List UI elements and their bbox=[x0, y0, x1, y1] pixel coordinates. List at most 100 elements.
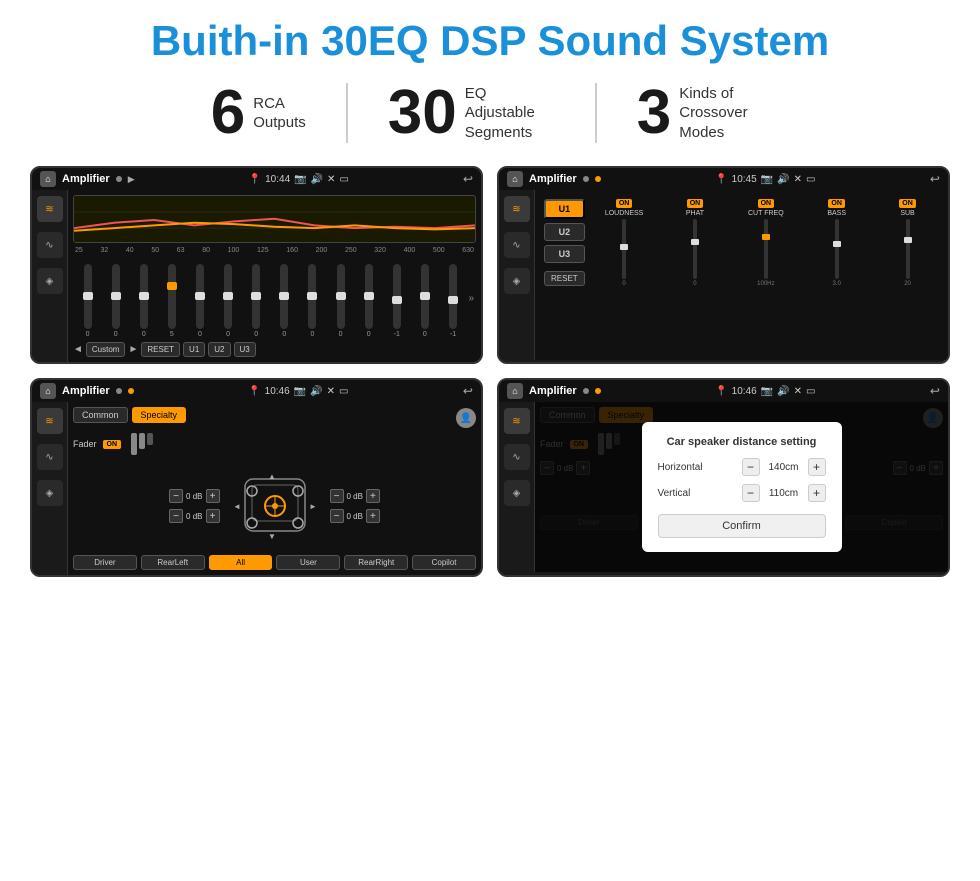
eq-graph bbox=[73, 195, 476, 243]
sidebar-eq-btn[interactable]: ≋ bbox=[37, 196, 63, 222]
slider-col-2[interactable]: 0 bbox=[131, 264, 156, 338]
db-plus-fl[interactable]: + bbox=[206, 489, 220, 503]
status-dot-4b bbox=[595, 388, 601, 394]
db-value-fl: 0 dB bbox=[186, 492, 202, 501]
slider-col-11[interactable]: -1 bbox=[384, 264, 409, 338]
sidebar-wave-btn-2[interactable]: ∿ bbox=[504, 232, 530, 258]
u3-preset[interactable]: U3 bbox=[544, 245, 585, 263]
copilot-btn-3[interactable]: Copilot bbox=[412, 555, 476, 570]
sidebar-speaker-btn[interactable]: ◈ bbox=[37, 268, 63, 294]
profile-icon-3[interactable]: 👤 bbox=[456, 408, 476, 428]
db-minus-fr[interactable]: − bbox=[330, 489, 344, 503]
home-icon-3[interactable]: ⌂ bbox=[40, 383, 56, 399]
db-plus-fr[interactable]: + bbox=[366, 489, 380, 503]
home-icon-1[interactable]: ⌂ bbox=[40, 171, 56, 187]
back-icon-4[interactable]: ↩ bbox=[930, 384, 940, 398]
user-btn-3[interactable]: User bbox=[276, 555, 340, 570]
statusbar-2: ⌂ Amplifier 📍 10:45 📷 🔊 ✕ ▭ ↩ bbox=[499, 168, 948, 190]
svg-text:▲: ▲ bbox=[268, 472, 276, 481]
sub-on[interactable]: ON bbox=[899, 199, 916, 208]
confirm-button[interactable]: Confirm bbox=[658, 514, 826, 538]
sidebar-wave-btn-3[interactable]: ∿ bbox=[37, 444, 63, 470]
horizontal-minus[interactable]: − bbox=[742, 458, 760, 476]
u2-btn-1[interactable]: U2 bbox=[208, 342, 230, 357]
horizontal-row: Horizontal − 140cm + bbox=[658, 458, 826, 476]
sidebar-eq-btn-2[interactable]: ≋ bbox=[504, 196, 530, 222]
back-icon-3[interactable]: ↩ bbox=[463, 384, 473, 398]
amp-presets: U1 U2 U3 RESET bbox=[540, 195, 589, 355]
sidebar-speaker-btn-2[interactable]: ◈ bbox=[504, 268, 530, 294]
bass-val: 3.0 bbox=[833, 281, 841, 287]
back-icon-1[interactable]: ↩ bbox=[463, 172, 473, 186]
slider-col-1[interactable]: 0 bbox=[103, 264, 128, 338]
app-title-4: Amplifier bbox=[529, 385, 577, 397]
db-plus-rl[interactable]: + bbox=[206, 509, 220, 523]
bass-col: ON BASS 3.0 bbox=[803, 199, 870, 351]
db-minus-rl[interactable]: − bbox=[169, 509, 183, 523]
close-icon-4: ✕ bbox=[794, 386, 802, 397]
db-value-fr: 0 dB bbox=[347, 492, 363, 501]
reset-btn-2[interactable]: RESET bbox=[544, 271, 585, 286]
slider-col-8[interactable]: 0 bbox=[300, 264, 325, 338]
rearleft-btn-3[interactable]: RearLeft bbox=[141, 555, 205, 570]
common-tab-3[interactable]: Common bbox=[73, 407, 128, 423]
stat-label-rca: RCAOutputs bbox=[253, 94, 306, 133]
driver-btn-3[interactable]: Driver bbox=[73, 555, 137, 570]
next-btn[interactable]: ► bbox=[128, 344, 138, 355]
slider-col-6[interactable]: 0 bbox=[244, 264, 269, 338]
screen-eq: ⌂ Amplifier ▶ 📍 10:44 📷 🔊 ✕ ▭ ↩ bbox=[30, 166, 483, 364]
custom-btn[interactable]: Custom bbox=[86, 342, 126, 357]
u1-btn-1[interactable]: U1 bbox=[183, 342, 205, 357]
app-title-3: Amplifier bbox=[62, 385, 110, 397]
vertical-minus[interactable]: − bbox=[742, 484, 760, 502]
sidebar-wave-btn-4[interactable]: ∿ bbox=[504, 444, 530, 470]
dialog-title: Car speaker distance setting bbox=[658, 436, 826, 448]
location-icon-1: 📍 bbox=[249, 174, 261, 185]
db-minus-fl[interactable]: − bbox=[169, 489, 183, 503]
prev-btn[interactable]: ◄ bbox=[73, 344, 83, 355]
cam-icon-2: 📷 bbox=[761, 174, 773, 185]
u1-preset[interactable]: U1 bbox=[544, 199, 585, 219]
sidebar-wave-btn[interactable]: ∿ bbox=[37, 232, 63, 258]
rearright-btn-3[interactable]: RearRight bbox=[344, 555, 408, 570]
loudness-on[interactable]: ON bbox=[616, 199, 633, 208]
u3-btn-1[interactable]: U3 bbox=[234, 342, 256, 357]
slider-col-10[interactable]: 0 bbox=[356, 264, 381, 338]
specialty-tab-3[interactable]: Specialty bbox=[132, 407, 187, 423]
reset-btn-1[interactable]: RESET bbox=[141, 342, 180, 357]
sidebar-speaker-btn-3[interactable]: ◈ bbox=[37, 480, 63, 506]
slider-col-9[interactable]: 0 bbox=[328, 264, 353, 338]
stat-eq: 30 EQ AdjustableSegments bbox=[348, 82, 595, 144]
slider-col-13[interactable]: -1 bbox=[440, 264, 465, 338]
back-icon-2[interactable]: ↩ bbox=[930, 172, 940, 186]
phat-on[interactable]: ON bbox=[687, 199, 704, 208]
db-minus-rr[interactable]: − bbox=[330, 509, 344, 523]
stats-row: 6 RCAOutputs 30 EQ AdjustableSegments 3 … bbox=[30, 82, 950, 144]
status-dot-2 bbox=[583, 176, 589, 182]
db-plus-rr[interactable]: + bbox=[366, 509, 380, 523]
sub-slider bbox=[894, 219, 922, 279]
slider-col-7[interactable]: 0 bbox=[272, 264, 297, 338]
statusbar-4: ⌂ Amplifier 📍 10:46 📷 🔊 ✕ ▭ ↩ bbox=[499, 380, 948, 402]
fader-on-badge-3[interactable]: ON bbox=[103, 440, 122, 449]
sidebar-eq-btn-4[interactable]: ≋ bbox=[504, 408, 530, 434]
slider-col-3[interactable]: 5 bbox=[159, 264, 184, 338]
sidebar-eq-btn-3[interactable]: ≋ bbox=[37, 408, 63, 434]
more-icon[interactable]: » bbox=[469, 293, 475, 304]
sidebar-speaker-btn-4[interactable]: ◈ bbox=[504, 480, 530, 506]
car-screen-2: ⌂ Amplifier 📍 10:45 📷 🔊 ✕ ▭ ↩ bbox=[499, 168, 948, 360]
home-icon-2[interactable]: ⌂ bbox=[507, 171, 523, 187]
cutfreq-on[interactable]: ON bbox=[758, 199, 775, 208]
cutfreq-label: CUT FREQ bbox=[748, 210, 784, 217]
bass-on[interactable]: ON bbox=[828, 199, 845, 208]
u2-preset[interactable]: U2 bbox=[544, 223, 585, 241]
all-btn-3[interactable]: All bbox=[209, 555, 273, 570]
vertical-plus[interactable]: + bbox=[808, 484, 826, 502]
screen-body-4: ≋ ∿ ◈ Common Specialty 👤 bbox=[499, 402, 948, 572]
slider-col-0[interactable]: 0 bbox=[75, 264, 100, 338]
slider-col-4[interactable]: 0 bbox=[187, 264, 212, 338]
horizontal-plus[interactable]: + bbox=[808, 458, 826, 476]
home-icon-4[interactable]: ⌂ bbox=[507, 383, 523, 399]
slider-col-12[interactable]: 0 bbox=[412, 264, 437, 338]
slider-col-5[interactable]: 0 bbox=[216, 264, 241, 338]
